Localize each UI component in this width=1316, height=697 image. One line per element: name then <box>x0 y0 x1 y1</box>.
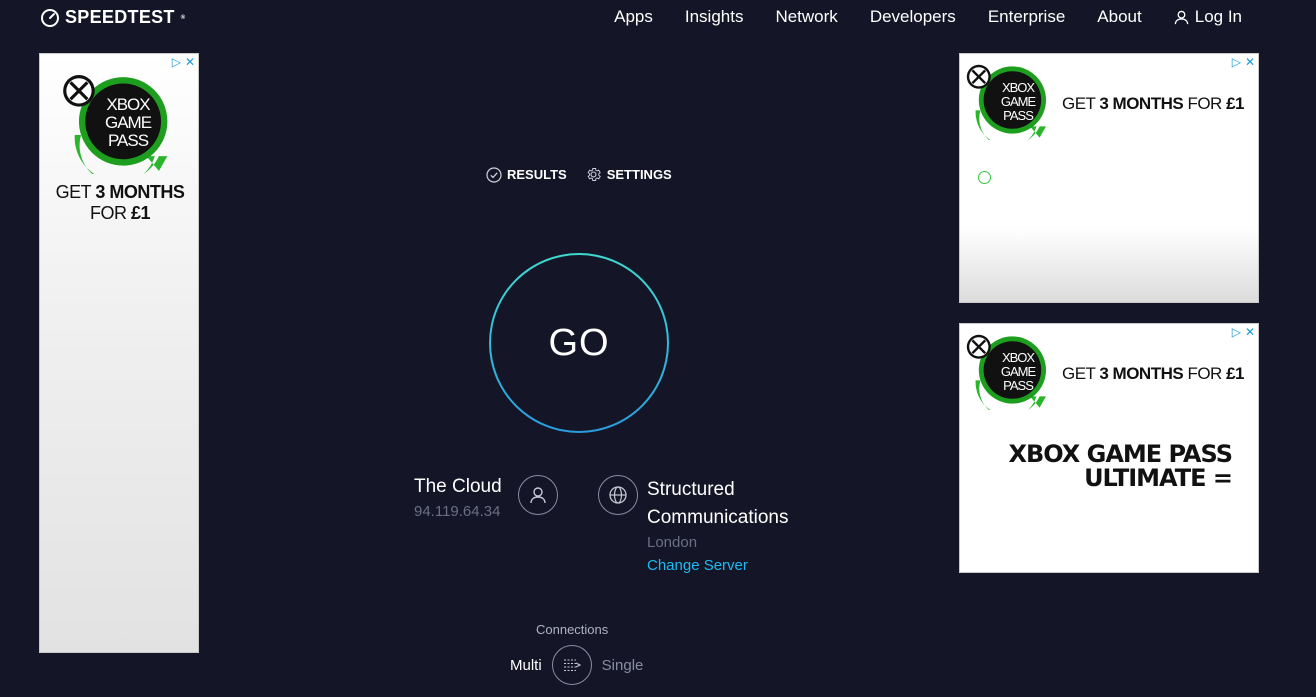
adchoices-icon[interactable]: ▷ <box>172 55 181 69</box>
close-icon[interactable]: ✕ <box>185 55 195 69</box>
globe-icon <box>598 475 638 515</box>
server-location: London <box>647 534 698 551</box>
badge-game: GAME <box>1000 94 1036 109</box>
xbox-game-pass-logo: XBOX GAME PASS <box>966 64 1054 140</box>
results-link[interactable]: RESULTS <box>486 166 567 183</box>
badge-pass: PASS <box>107 131 149 150</box>
ad-choices[interactable]: ▷ ✕ <box>1228 324 1258 340</box>
close-icon[interactable]: ✕ <box>1245 325 1255 339</box>
logo-trademark: ® <box>180 14 186 21</box>
login-link[interactable]: Log In <box>1174 7 1242 27</box>
ad-offer-pre: GET <box>1062 94 1100 113</box>
right-ad-banner-top[interactable]: ▷ ✕ XBOX GAME PASS GET 3 MONTHS FOR £1 <box>959 53 1259 303</box>
left-ad-banner[interactable]: ▷ ✕ XBOX GAME PASS GET 3 MONTHS FOR £1 <box>39 53 199 653</box>
ad-offer-for: FOR <box>89 203 131 223</box>
settings-link[interactable]: SETTINGS <box>585 166 672 183</box>
nav-apps[interactable]: Apps <box>614 7 653 27</box>
badge-pass: PASS <box>1003 378 1034 393</box>
ad-offer-price: £1 <box>1226 364 1244 383</box>
gear-icon <box>587 168 601 181</box>
adchoices-icon[interactable]: ▷ <box>1232 55 1241 69</box>
ad-offer-price: £1 <box>130 203 151 223</box>
ad-headline-line1: XBOX GAME PASS <box>1008 440 1233 468</box>
go-button[interactable]: GO <box>489 253 669 433</box>
ad-headline-line2: ULTIMATE = <box>1084 464 1233 492</box>
user-icon <box>518 475 558 515</box>
logo-text: SPEEDTEST <box>65 7 175 27</box>
user-icon <box>1174 10 1188 24</box>
xbox-game-pass-logo: XBOX GAME PASS <box>62 74 178 174</box>
results-label: RESULTS <box>507 167 567 182</box>
ad-offer-text: GET 3 MONTHS FOR £1 <box>40 182 198 224</box>
ad-offer-price: £1 <box>1226 94 1244 113</box>
settings-label: SETTINGS <box>606 167 672 182</box>
right-ad-banner-bottom[interactable]: ▷ ✕ XBOX GAME PASS GET 3 MONTHS FOR £1 XB… <box>959 323 1259 573</box>
loading-circle-icon <box>978 171 991 184</box>
ad-offer-for: FOR <box>1183 94 1227 113</box>
nav-network[interactable]: Network <box>775 7 837 27</box>
nav-about[interactable]: About <box>1097 7 1141 27</box>
ad-offer-text: GET 3 MONTHS FOR £1 <box>1062 94 1244 114</box>
ad-offer-bold: 3 MONTHS <box>1099 94 1184 113</box>
ad-headline: XBOX GAME PASS ULTIMATE = <box>990 440 1233 492</box>
ad-offer-pre: GET <box>1062 364 1100 383</box>
ad-offer-bold: 3 MONTHS <box>95 182 185 202</box>
ad-offer-for: FOR <box>1183 364 1227 383</box>
ad-offer-text: GET 3 MONTHS FOR £1 <box>1062 364 1244 384</box>
speedtest-logo[interactable]: SPEEDTEST ® <box>40 7 185 28</box>
connections-toggle[interactable] <box>551 645 592 685</box>
ad-choices[interactable]: ▷ ✕ <box>1228 54 1258 70</box>
badge-game: GAME <box>1000 364 1036 379</box>
xbox-game-pass-logo: XBOX GAME PASS <box>966 334 1054 410</box>
badge-game: GAME <box>104 113 152 132</box>
server-name-line1: Structured <box>647 479 735 500</box>
nav-enterprise[interactable]: Enterprise <box>988 7 1065 27</box>
change-server-link[interactable]: Change Server <box>647 557 748 574</box>
badge-pass: PASS <box>1003 108 1034 123</box>
ad-offer-bold: 3 MONTHS <box>1099 364 1184 383</box>
check-circle-icon <box>486 166 502 183</box>
nav-developers[interactable]: Developers <box>870 7 956 27</box>
server-name-line2: Communications <box>647 507 789 528</box>
connections-multi[interactable]: Multi <box>510 657 542 674</box>
test-subnav: RESULTS SETTINGS <box>486 166 672 183</box>
nav-insights[interactable]: Insights <box>685 7 744 27</box>
connections-toggle-row: Multi Single <box>510 645 643 685</box>
badge-xbox: XBOX <box>1001 80 1035 95</box>
gauge-icon <box>41 8 59 27</box>
connections-single[interactable]: Single <box>602 657 644 674</box>
go-label: GO <box>548 321 610 364</box>
close-icon[interactable]: ✕ <box>1245 55 1255 69</box>
connections-label: Connections <box>536 622 609 637</box>
login-label: Log In <box>1194 7 1242 26</box>
adchoices-icon[interactable]: ▷ <box>1232 325 1241 339</box>
server-info: Structured Communications London Change … <box>647 476 867 575</box>
ad-offer-pre: GET <box>55 182 96 202</box>
ad-choices[interactable]: ▷ ✕ <box>168 54 198 70</box>
badge-xbox: XBOX <box>1001 350 1035 365</box>
main-nav: Apps Insights Network Developers Enterpr… <box>614 7 1242 27</box>
multi-connection-icon <box>563 659 581 672</box>
badge-xbox: XBOX <box>106 95 150 114</box>
